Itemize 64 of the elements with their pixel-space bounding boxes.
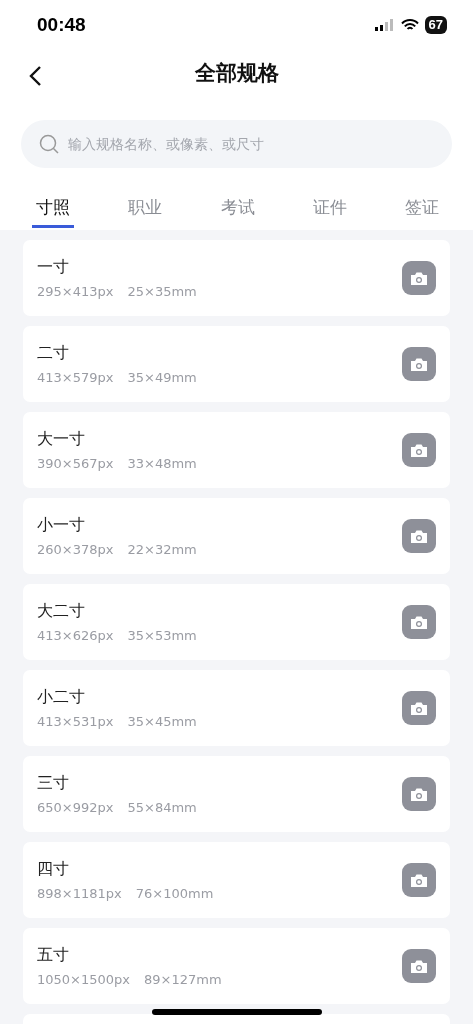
camera-button[interactable] xyxy=(402,949,436,983)
camera-button[interactable] xyxy=(402,691,436,725)
spec-card[interactable]: 大一寸 390×567px 33×48mm xyxy=(23,412,450,488)
spec-name: 小二寸 xyxy=(37,687,86,708)
camera-icon xyxy=(410,356,428,372)
pixel-size: 390×567px xyxy=(37,456,114,471)
spec-name: 大一寸 xyxy=(37,429,86,450)
pixel-size: 413×626px xyxy=(37,628,114,643)
spec-card[interactable]: 四寸 898×1181px 76×100mm xyxy=(23,842,450,918)
spec-card[interactable]: 小一寸 260×378px 22×32mm xyxy=(23,498,450,574)
spec-name: 二寸 xyxy=(37,343,70,364)
print-size: 33×48mm xyxy=(127,456,197,471)
camera-button[interactable] xyxy=(402,347,436,381)
search-icon xyxy=(39,134,59,154)
pixel-size: 898×1181px xyxy=(37,886,122,901)
print-size: 76×100mm xyxy=(135,886,214,901)
print-size: 55×84mm xyxy=(127,800,197,815)
back-icon[interactable] xyxy=(28,65,42,87)
camera-button[interactable] xyxy=(402,863,436,897)
spec-card[interactable]: 五寸 1050×1500px 89×127mm xyxy=(23,928,450,1004)
category-tab[interactable]: 证件 xyxy=(308,190,351,228)
spec-name: 一寸 xyxy=(37,257,70,278)
print-size: 35×49mm xyxy=(127,370,197,385)
wifi-icon xyxy=(400,18,419,32)
camera-icon xyxy=(410,270,428,286)
spec-card[interactable]: 三寸 650×992px 55×84mm xyxy=(23,756,450,832)
page-title: 全部规格 xyxy=(194,60,279,87)
print-size: 35×53mm xyxy=(127,628,197,643)
pixel-size: 413×579px xyxy=(37,370,114,385)
spec-card[interactable]: 一寸 295×413px 25×35mm xyxy=(23,240,450,316)
battery-level: 67 xyxy=(424,16,447,34)
camera-button[interactable] xyxy=(402,777,436,811)
spec-card[interactable]: 小二寸 413×531px 35×45mm xyxy=(23,670,450,746)
signal-icon xyxy=(374,19,395,31)
print-size: 35×45mm xyxy=(127,714,197,729)
spec-name: 五寸 xyxy=(37,945,70,966)
camera-icon xyxy=(410,442,428,458)
pixel-size: 1050×1500px xyxy=(37,972,130,987)
status-time: 00:48 xyxy=(37,14,86,36)
print-size: 22×32mm xyxy=(127,542,197,557)
print-size: 89×127mm xyxy=(144,972,222,987)
camera-icon xyxy=(410,700,428,716)
camera-button[interactable] xyxy=(402,605,436,639)
camera-button[interactable] xyxy=(402,261,436,295)
print-size: 25×35mm xyxy=(127,284,197,299)
pixel-size: 260×378px xyxy=(37,542,114,557)
category-tab[interactable]: 签证 xyxy=(401,190,443,228)
camera-icon xyxy=(410,528,428,544)
spec-name: 小一寸 xyxy=(37,515,86,536)
camera-icon xyxy=(410,958,428,974)
spec-name: 三寸 xyxy=(37,773,70,794)
camera-icon xyxy=(410,786,428,802)
pixel-size: 295×413px xyxy=(37,284,114,299)
search-field[interactable]: 输入规格名称、或像素、或尺寸 xyxy=(21,120,452,168)
spec-card[interactable]: 二寸 413×579px 35×49mm xyxy=(23,326,450,402)
pixel-size: 650×992px xyxy=(37,800,114,815)
spec-name: 四寸 xyxy=(37,859,70,880)
camera-button[interactable] xyxy=(402,433,436,467)
pixel-size: 413×531px xyxy=(37,714,114,729)
camera-icon xyxy=(410,872,428,888)
camera-icon xyxy=(410,614,428,630)
spec-name: 大二寸 xyxy=(37,601,86,622)
camera-button[interactable] xyxy=(402,519,436,553)
spec-card[interactable]: 大二寸 413×626px 35×53mm xyxy=(23,584,450,660)
